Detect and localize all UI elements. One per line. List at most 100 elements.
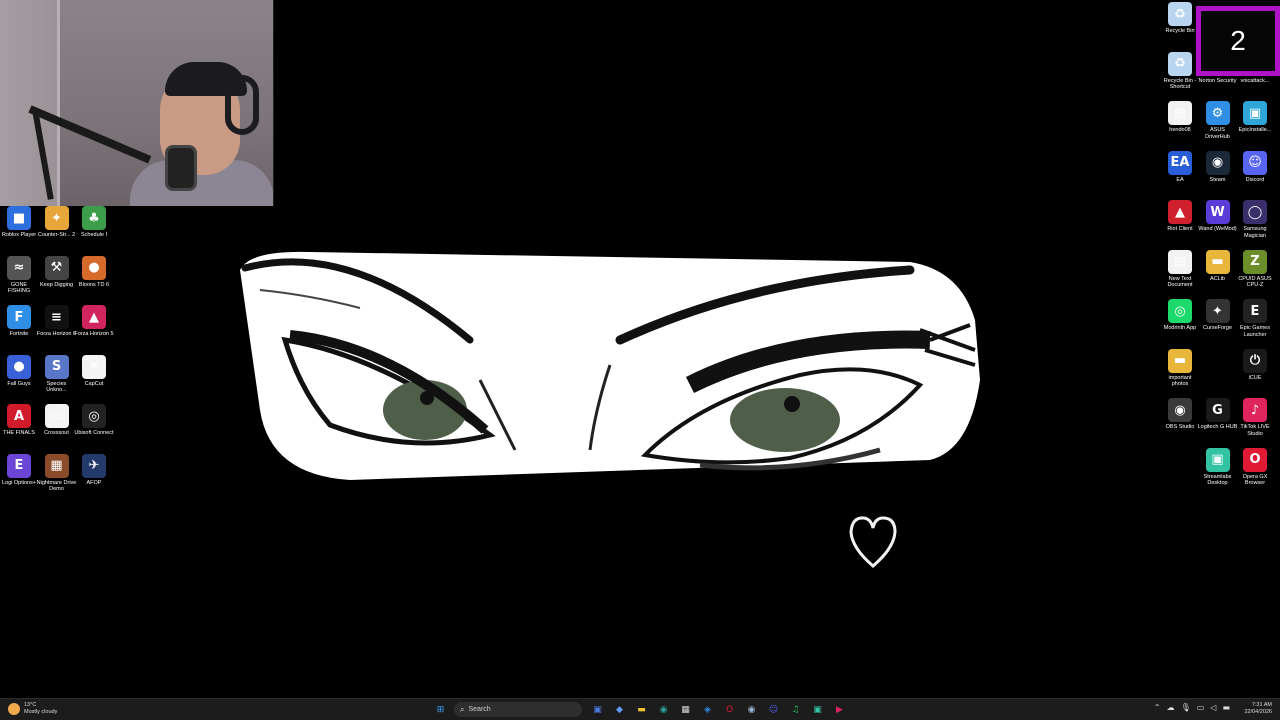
desktop-icon-epic-games-launcher[interactable]: E Epic Games Launcher <box>1236 299 1274 338</box>
desktop-icon-label: Samsung Magician <box>1243 226 1267 239</box>
crosssout-icon: ▭ <box>44 404 69 428</box>
desktop-icon-label: Crosssout <box>44 430 69 436</box>
system-tray[interactable]: ⌃ ☁ 🎙 ▭ ◁ ▬ <box>1154 703 1230 712</box>
desktop-icon-modrinth-app[interactable]: ◎ Modrinth App <box>1161 299 1199 332</box>
desktop-icon-roblox-player[interactable]: ■ Roblox Player <box>0 206 38 239</box>
ubisoft-connect-icon: ◎ <box>82 404 106 428</box>
desktop-icon-label: CapCut <box>84 380 104 387</box>
desktop-icon-samsung-magician[interactable]: ◯ Samsung Magician <box>1236 200 1274 239</box>
chevron-up-icon[interactable]: ⌃ <box>1154 703 1161 712</box>
desktop-icon-epicinstalle[interactable]: ▣ EpicInstalle... <box>1236 101 1274 134</box>
desktop-icon-label: CurseForge <box>1202 325 1233 331</box>
nightmare-drive-demo-icon: ▦ <box>44 453 69 478</box>
counter-str-2-icon: ✦ <box>44 206 69 230</box>
desktop-icon-fall-guys[interactable]: ● Fall Guys <box>0 354 38 388</box>
calendar-icon[interactable]: ▦ <box>678 702 693 717</box>
vpn-icon[interactable]: ◈ <box>700 702 715 717</box>
desktop-icon-icue[interactable]: ⏻ iCUE <box>1236 348 1274 382</box>
tiktok-live-studio-icon: ♪ <box>1243 398 1267 422</box>
the-finals-icon: A <box>7 404 31 428</box>
desktop-icon-hendo08[interactable]: ▤ hendo08 <box>1161 101 1199 134</box>
desktop-icon-tiktok-live-studio[interactable]: ♪ TikTok LIVE Studio <box>1236 398 1274 437</box>
desktop-icon-label: EpicInstalle... <box>1238 127 1272 133</box>
desktop-icon-nightmare-drive-demo[interactable]: ▦ Nightmare Drive Demo <box>37 453 76 493</box>
desktop-icon-species-unkno[interactable]: S Species Unkno... <box>38 354 76 394</box>
cloud-icon[interactable]: ☁ <box>1167 703 1175 712</box>
desktop-icon-label: Species Unkno... <box>46 380 67 394</box>
clock-time: 7:31 AM <box>1251 702 1272 708</box>
capcut-icon: ✕ <box>82 354 106 379</box>
desktop-icon-label: Steam <box>1209 176 1226 183</box>
desktop-icon-recycle-bin-shortcut[interactable]: ♻ Recycle Bin - Shortcut <box>1161 51 1199 91</box>
desktop-icon-logitech-g-hub[interactable]: G Logitech G HUB <box>1198 398 1237 431</box>
start-icon[interactable]: ⊞ <box>433 702 448 717</box>
opera-icon[interactable]: O <box>722 702 737 717</box>
desktop-icon-fortnite[interactable]: F Fortnite <box>0 305 38 338</box>
curseforge-icon: ✦ <box>1205 299 1230 323</box>
streamlabs-icon[interactable]: ▣ <box>810 702 825 717</box>
desktop-icon-gone-fishing[interactable]: ≈ GONE FISHING <box>0 255 38 295</box>
desktop-icon-the-finals[interactable]: A THE FINALS <box>0 404 38 437</box>
desktop-icon-streamlabs-desktop[interactable]: ▣ Streamlabs Desktop <box>1199 447 1237 487</box>
desktop-icon-new-text-document[interactable]: ▤ New Text Document <box>1161 249 1199 289</box>
taskbar-clock[interactable]: 7:31 AM 22/04/2026 <box>1244 702 1272 716</box>
desktop-icon-cpuid-asus-cpu-z[interactable]: Z CPUID ASUS CPU-Z <box>1236 249 1274 289</box>
desktop-icon-curseforge[interactable]: ✦ CurseForge <box>1199 299 1237 332</box>
forza-horizon-5-icon: ▲ <box>82 305 106 329</box>
discord-icon[interactable]: ☺ <box>766 702 781 717</box>
desktop-icon-important-photos[interactable]: ▬ important photos <box>1161 348 1199 388</box>
battery-icon[interactable]: ▬ <box>1222 703 1230 712</box>
desktop-icon-label: Ubisoft Connect <box>74 430 114 436</box>
desktop-icon-capcut[interactable]: ✕ CapCut <box>75 354 113 388</box>
desktop-icon-discord[interactable]: ☺ Discord <box>1236 150 1274 184</box>
mic-icon[interactable]: 🎙 <box>1181 703 1191 712</box>
clock-date: 22/04/2026 <box>1244 709 1272 715</box>
webcam-overlay <box>0 0 274 206</box>
desktop-icon-riot-client[interactable]: ▲ Riot Client <box>1161 200 1199 233</box>
file-explorer-icon[interactable]: ▬ <box>634 702 649 717</box>
desktop-icon-label: Forza Horizon 5 <box>74 331 114 337</box>
heart-doodle <box>849 516 897 568</box>
modrinth-app-icon: ◎ <box>1168 299 1192 323</box>
counter-value: 2 <box>1230 25 1246 56</box>
media-icon[interactable]: ▶ <box>832 702 847 717</box>
desktop-icon-label: EA <box>1176 176 1184 183</box>
network-icon[interactable]: ▭ <box>1197 703 1205 712</box>
spotify-icon[interactable]: ♫ <box>788 702 803 717</box>
desktop-icon-ea[interactable]: EA EA <box>1161 150 1199 184</box>
desktop-icon-asus-driverhub[interactable]: ⚙ ASUS DriverHub <box>1199 101 1237 140</box>
taskbar-search[interactable]: ⌕ Search <box>454 702 582 717</box>
volume-icon[interactable]: ◁ <box>1210 703 1216 712</box>
steam-icon[interactable]: ◉ <box>744 702 759 717</box>
epicinstalle-icon: ▣ <box>1243 101 1267 125</box>
epic-games-launcher-icon: E <box>1243 299 1267 323</box>
schedule-i-icon: ♣ <box>82 206 106 230</box>
copilot-icon[interactable]: ◆ <box>612 702 627 717</box>
desktop-icon-keep-digging[interactable]: ⚒ Keep Digging <box>38 255 76 289</box>
desktop-icon-label: Logi Options+ <box>1 479 37 486</box>
weather-widget[interactable]: 13°C Mostly cloudy <box>8 702 57 716</box>
desktop-icon-aclib[interactable]: ▬ ACLib <box>1199 249 1237 283</box>
logi-options-icon: E <box>7 453 31 478</box>
desktop-icon-label: Opera GX Browser <box>1242 473 1268 487</box>
desktop-icon-bloons-td-6[interactable]: ● Bloons TD 6 <box>75 255 113 289</box>
desktop-icon-label: Fortnite <box>9 331 29 337</box>
desktop-icon-counter-str-2[interactable]: ✦ Counter-Str... 2 <box>38 206 76 239</box>
desktop-icon-recycle-bin[interactable]: ♻ Recycle Bin <box>1161 2 1199 35</box>
desktop-icon-schedule-i[interactable]: ♣ Schedule I <box>75 206 113 239</box>
edge-icon[interactable]: ◉ <box>656 702 671 717</box>
desktop-icon-afop[interactable]: ✈ AFOP <box>75 453 113 487</box>
desktop-icon-label: TikTok LIVE Studio <box>1240 424 1270 437</box>
desktop-icon-opera-gx-browser[interactable]: O Opera GX Browser <box>1236 447 1274 487</box>
desktop-icon-obs-studio[interactable]: ◉ OBS Studio <box>1161 398 1199 431</box>
store-icon[interactable]: ▣ <box>590 702 605 717</box>
desktop-icon-steam[interactable]: ◉ Steam <box>1199 150 1237 184</box>
desktop-icon-crosssout[interactable]: ▭ Crosssout <box>38 404 76 437</box>
desktop-icon-forza-horizon-5[interactable]: ▲ Forza Horizon 5 <box>74 305 114 338</box>
desktop-icon-label: Keep Digging <box>39 281 74 288</box>
desktop-icon-logi-options[interactable]: E Logi Options+ <box>0 453 38 487</box>
desktop-icon-wand-wemod[interactable]: W Wand (WeMod) <box>1198 200 1237 233</box>
desktop-icon-label: Wand (WeMod) <box>1198 226 1237 232</box>
desktop-icon-forza-horizon-6[interactable]: ≡ Forza Horizon 6 <box>37 305 76 338</box>
desktop-icon-ubisoft-connect[interactable]: ◎ Ubisoft Connect <box>74 404 114 437</box>
